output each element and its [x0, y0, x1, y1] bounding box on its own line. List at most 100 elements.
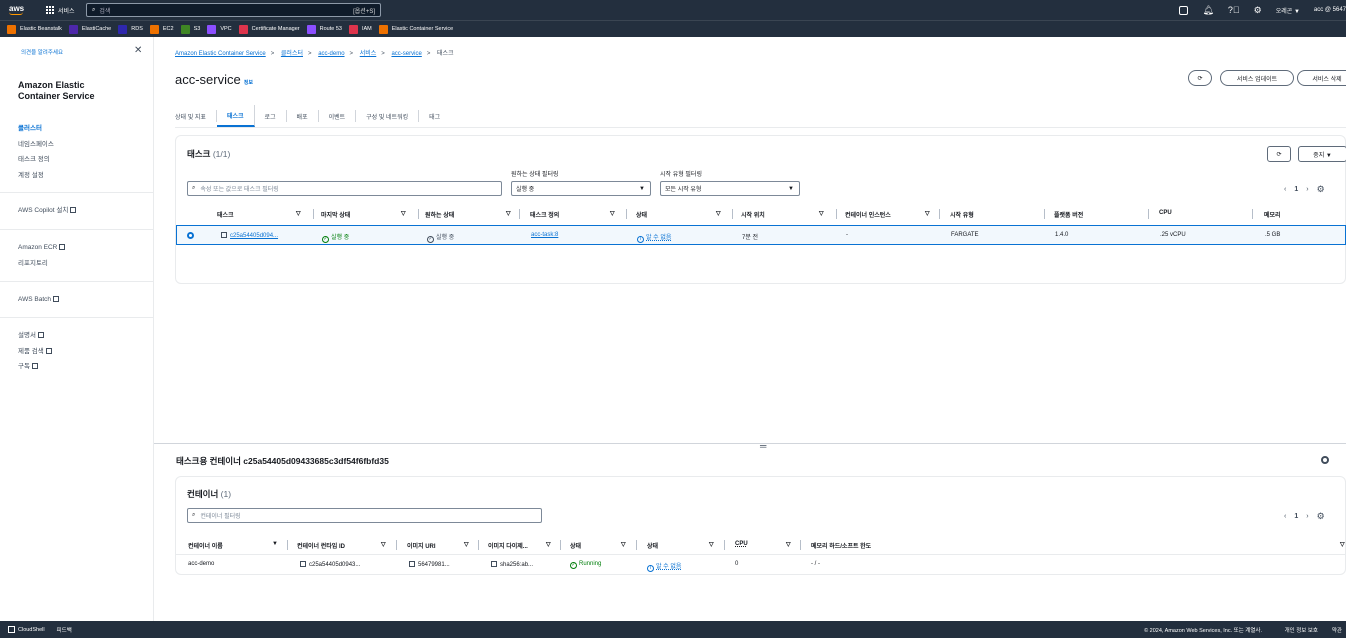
health-status[interactable]: i알 수 없음 [637, 232, 671, 243]
sort-icon[interactable]: ▼ [272, 541, 278, 547]
preferences-icon[interactable]: ⚙ [1317, 511, 1325, 522]
col-health[interactable]: 상태 [636, 210, 647, 219]
sidebar-item-repositories[interactable]: 리포지토리 [18, 256, 65, 272]
help-icon[interactable]: ?⃝ [1228, 5, 1240, 15]
terms-link[interactable]: 약관 [1332, 626, 1342, 634]
close-icon[interactable]: ✕ [134, 45, 142, 56]
sidebar-item-account-settings[interactable]: 계정 설정 [18, 168, 54, 184]
breadcrumb-service[interactable]: acc-service [391, 51, 421, 57]
sort-icon[interactable]: ▽ [1340, 541, 1345, 548]
container-health-text[interactable]: 알 수 없음 [656, 564, 681, 570]
favorite-item[interactable]: ElastiCache [68, 24, 111, 34]
feedback-button[interactable]: 피드백 [57, 626, 72, 634]
tab-events[interactable]: 이벤트 [319, 110, 357, 122]
col-container-name[interactable]: 컨테이너 이름 [188, 541, 223, 550]
col-cpu[interactable]: CPU [735, 541, 748, 547]
sort-icon[interactable]: ▽ [716, 210, 721, 217]
preferences-icon[interactable]: ⚙ [1317, 184, 1325, 195]
tab-deployments[interactable]: 배포 [287, 110, 319, 122]
container-filter-input[interactable]: ⌕ 컨테이너 필터링 [187, 508, 542, 523]
sidebar-item-task-definitions[interactable]: 태스크 정의 [18, 152, 54, 168]
resize-handle-icon[interactable]: ═ [760, 441, 766, 451]
task-definition-link[interactable]: acc-task:8 [531, 232, 558, 238]
sidebar-item-batch[interactable]: AWS Batch [18, 292, 59, 308]
favorite-item[interactable]: Route 53 [306, 24, 342, 34]
health-status-text[interactable]: 알 수 없음 [646, 235, 671, 241]
col-health[interactable]: 상태 [647, 541, 658, 550]
privacy-link[interactable]: 개인 정보 보호 [1285, 626, 1318, 634]
breadcrumb-ecs[interactable]: Amazon Elastic Container Service [175, 51, 266, 57]
sort-icon[interactable]: ▽ [401, 210, 406, 217]
favorite-item[interactable]: RDS [118, 24, 143, 34]
favorite-item[interactable]: Elastic Beanstalk [7, 24, 62, 34]
favorite-item[interactable]: IAM [348, 24, 372, 34]
delete-service-button[interactable]: 서비스 삭제 [1297, 70, 1346, 86]
sort-icon[interactable]: ▽ [621, 541, 626, 548]
col-desired-status[interactable]: 원하는 상태 [425, 210, 454, 219]
next-page-icon[interactable]: › [1306, 186, 1308, 193]
tab-configuration[interactable]: 구성 및 네트워킹 [356, 110, 420, 122]
col-cpu[interactable]: CPU [1159, 210, 1172, 216]
favorite-item[interactable]: Elastic Container Service [378, 24, 453, 34]
settings-icon[interactable]: ⚙ [1254, 5, 1262, 16]
sidebar-item-ecr[interactable]: Amazon ECR [18, 240, 66, 256]
task-id-link[interactable]: c25a54405d094... [221, 232, 278, 239]
prev-page-icon[interactable]: ‹ [1284, 513, 1286, 520]
search-input[interactable]: ⌕ 검색 [옵션+S] [86, 3, 381, 17]
launch-type-select[interactable]: 모든 시작 유형 ▼ [660, 181, 800, 196]
col-image-digest[interactable]: 이미지 다이제... [488, 541, 528, 550]
sidebar-item-clusters[interactable]: 클러스터 [18, 121, 54, 137]
sidebar-item-product-search[interactable]: 제품 검색 [18, 344, 52, 360]
favorite-item[interactable]: Certificate Manager [238, 24, 300, 34]
page-number[interactable]: 1 [1294, 186, 1298, 193]
sidebar-item-docs[interactable]: 설명서 [18, 328, 52, 344]
favorite-item[interactable]: EC2 [149, 24, 174, 34]
col-last-status[interactable]: 마지막 상태 [321, 210, 350, 219]
notifications-icon[interactable]: 🔔︎ [1202, 5, 1213, 16]
breadcrumb-services[interactable]: 서비스 [360, 51, 377, 57]
account-menu[interactable]: acc @ 5647 [1314, 7, 1346, 13]
prev-page-icon[interactable]: ‹ [1284, 186, 1286, 193]
task-filter-input[interactable]: ⌕ 속성 또는 값으로 태스크 필터링 [187, 181, 502, 196]
tasks-refresh-button[interactable]: ⟳ [1267, 146, 1291, 162]
breadcrumb-clusters[interactable]: 클러스터 [281, 51, 303, 57]
region-selector[interactable]: 오레곤 ▼ [1276, 6, 1300, 15]
favorite-item[interactable]: VPC [207, 24, 232, 34]
breadcrumb-cluster[interactable]: acc-demo [318, 51, 344, 57]
col-started[interactable]: 시작 위치 [741, 210, 765, 219]
sort-icon[interactable]: ▽ [925, 210, 930, 217]
copy-icon[interactable] [300, 561, 306, 567]
info-link[interactable]: 정보 [244, 80, 253, 86]
sort-icon[interactable]: ▽ [819, 210, 824, 217]
sidebar-item-subscribe[interactable]: 구독 [18, 359, 52, 375]
table-row[interactable]: c25a54405d094... ✓ 실행 중 ✓ 실행 중 acc-task:8 … [176, 225, 1346, 245]
sidebar-item-namespaces[interactable]: 네임스페이스 [18, 137, 54, 153]
sort-icon[interactable]: ▽ [506, 210, 511, 217]
aws-logo[interactable]: aws [9, 4, 31, 15]
desired-status-select[interactable]: 실행 중 ▼ [511, 181, 651, 196]
row-radio[interactable] [187, 232, 194, 239]
services-grid-icon[interactable] [46, 6, 54, 14]
col-container-instance[interactable]: 컨테이너 인스턴스 [845, 210, 891, 219]
col-memory[interactable]: 메모리 [1264, 210, 1281, 219]
col-image-uri[interactable]: 이미지 URI [407, 541, 436, 550]
refresh-button[interactable]: ⟳ [1188, 70, 1212, 86]
stop-button[interactable]: 중지 ▼ [1298, 146, 1346, 162]
tab-health[interactable]: 상태 및 지표 [175, 110, 217, 122]
sort-icon[interactable]: ▽ [709, 541, 714, 548]
split-panel-settings-icon[interactable] [1321, 456, 1329, 464]
sort-icon[interactable]: ▽ [296, 210, 301, 217]
page-number[interactable]: 1 [1294, 513, 1298, 520]
tab-tasks[interactable]: 태스크 [216, 105, 255, 127]
favorite-item[interactable]: S3 [180, 24, 200, 34]
col-memory-limits[interactable]: 메모리 하드/소프트 한도 [811, 541, 871, 550]
col-status[interactable]: 상태 [570, 541, 581, 550]
sidebar-item-copilot[interactable]: AWS Copilot 설치 [18, 203, 77, 219]
next-page-icon[interactable]: › [1306, 513, 1308, 520]
services-menu[interactable]: 서비스 [58, 6, 75, 15]
copy-icon[interactable] [491, 561, 497, 567]
sort-icon[interactable]: ▽ [610, 210, 615, 217]
sort-icon[interactable]: ▽ [546, 541, 551, 548]
col-runtime-id[interactable]: 컨테이너 런타임 ID [297, 541, 345, 550]
table-row[interactable]: acc-demo c25a54405d0943... 56479981... s… [176, 555, 1346, 575]
